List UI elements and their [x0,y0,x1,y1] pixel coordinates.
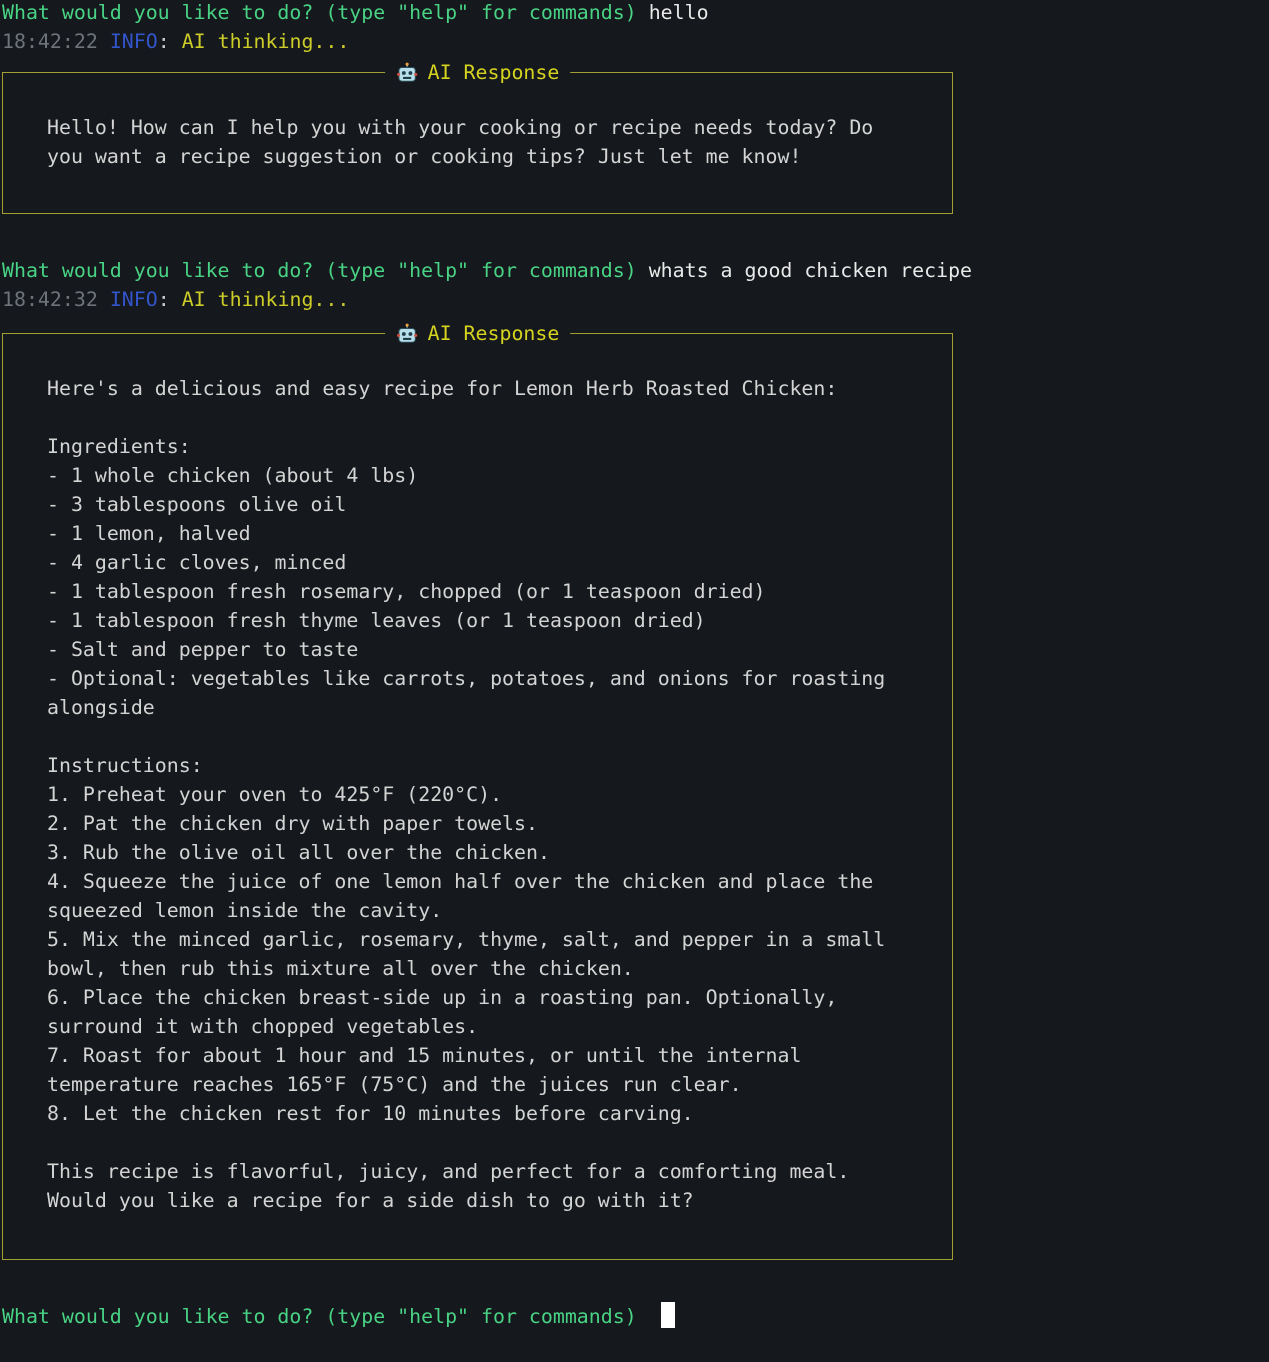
panel-title-text: AI Response [428,58,560,87]
terminal-window: What would you like to do? (type "help" … [0,0,1269,1362]
log-separator: : [158,30,170,53]
user-input: hello [649,1,709,24]
panel-text-line [47,1128,932,1157]
panel-text-line: squeezed lemon inside the cavity. [47,896,932,925]
panel-text-line: you want a recipe suggestion or cooking … [47,142,932,171]
panel-text-line: 8. Let the chicken rest for 10 minutes b… [47,1099,932,1128]
panel-text-line: 3. Rub the olive oil all over the chicke… [47,838,932,867]
panel-text-line: Hello! How can I help you with your cook… [47,113,932,142]
panel-text-line: 5. Mix the minced garlic, rosemary, thym… [47,925,932,954]
panel-text-line: Ingredients: [47,432,932,461]
robot-icon [396,62,418,84]
panel-text-line: bowl, then rub this mixture all over the… [47,954,932,983]
panel-text-line: This recipe is flavorful, juicy, and per… [47,1157,932,1186]
ai-response-panel: AI Response Hello! How can I help you wi… [2,72,953,214]
panel-text-line: 4. Squeeze the juice of one lemon half o… [47,867,932,896]
log-line: 18:42:32 INFO: AI thinking... [2,285,349,314]
log-timestamp: 18:42:22 [2,30,98,53]
ai-response-panel: AI Response Here's a delicious and easy … [2,333,953,1260]
panel-text-line: - Optional: vegetables like carrots, pot… [47,664,932,693]
robot-icon [396,323,418,345]
log-line: 18:42:22 INFO: AI thinking... [2,27,349,56]
panel-title-text: AI Response [428,319,560,348]
panel-text-line: temperature reaches 165°F (75°C) and the… [47,1070,932,1099]
panel-title: AI Response [385,319,571,348]
log-timestamp: 18:42:32 [2,288,98,311]
panel-text-line: - 1 tablespoon fresh thyme leaves (or 1 … [47,606,932,635]
panel-text-line: - 3 tablespoons olive oil [47,490,932,519]
log-level: INFO [110,30,158,53]
prompt-label: What would you like to do? (type "help" … [2,259,637,282]
panel-text-line: alongside [47,693,932,722]
panel-text-line [47,403,932,432]
panel-body: Here's a delicious and easy recipe for L… [3,334,952,1215]
panel-text-line: Would you like a recipe for a side dish … [47,1186,932,1215]
log-message: AI thinking... [182,30,350,53]
panel-text-line: - 4 garlic cloves, minced [47,548,932,577]
panel-title: AI Response [385,58,571,87]
panel-text-line: 7. Roast for about 1 hour and 15 minutes… [47,1041,932,1070]
text-cursor[interactable] [661,1302,675,1328]
panel-text-line: Instructions: [47,751,932,780]
log-separator: : [158,288,170,311]
panel-text-line: - Salt and pepper to taste [47,635,932,664]
panel-text-line: - 1 tablespoon fresh rosemary, chopped (… [47,577,932,606]
active-prompt-line[interactable]: What would you like to do? (type "help" … [2,1302,675,1331]
prompt-label: What would you like to do? (type "help" … [2,1,637,24]
prompt-line: What would you like to do? (type "help" … [2,256,972,285]
prompt-line: What would you like to do? (type "help" … [2,0,709,27]
panel-text-line: - 1 whole chicken (about 4 lbs) [47,461,932,490]
panel-text-line: Here's a delicious and easy recipe for L… [47,374,932,403]
panel-text-line: surround it with chopped vegetables. [47,1012,932,1041]
panel-text-line: 1. Preheat your oven to 425°F (220°C). [47,780,932,809]
panel-text-line: 2. Pat the chicken dry with paper towels… [47,809,932,838]
prompt-label: What would you like to do? (type "help" … [2,1305,637,1328]
panel-text-line: 6. Place the chicken breast-side up in a… [47,983,932,1012]
log-level: INFO [110,288,158,311]
panel-text-line [47,722,932,751]
user-input: whats a good chicken recipe [649,259,972,282]
panel-text-line: - 1 lemon, halved [47,519,932,548]
panel-body: Hello! How can I help you with your cook… [3,73,952,171]
log-message: AI thinking... [182,288,350,311]
